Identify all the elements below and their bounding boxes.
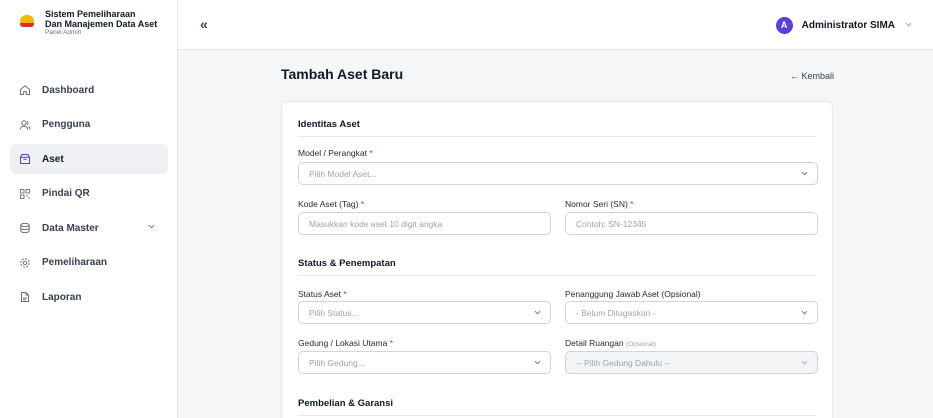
sidebar-item-label: Pindai QR	[42, 188, 90, 199]
sidebar-item-label: Aset	[42, 153, 64, 165]
topbar: « A Administrator SIMA	[178, 0, 933, 50]
back-link[interactable]: ← Kembali	[790, 71, 834, 81]
chevron-down-icon	[800, 308, 809, 319]
brand-title-line1: Sistem Pemeliharaan	[45, 9, 136, 19]
sidebar-item-label: Pengguna	[42, 119, 91, 130]
sidebar-item-pindai-qr[interactable]: Pindai QR	[10, 179, 168, 209]
avatar: A	[775, 16, 793, 34]
sidebar-item-pengguna[interactable]: Pengguna	[10, 110, 168, 140]
users-icon	[18, 118, 32, 132]
section-title-status: Status & Penempatan	[298, 258, 396, 269]
chevron-down-icon	[533, 358, 542, 369]
divider	[298, 275, 816, 276]
sidebar-item-pemeliharaan[interactable]: Pemeliharaan	[10, 248, 168, 278]
section-title-identitas: Identitas Aset	[298, 119, 360, 130]
chevron-down-icon	[533, 308, 542, 319]
gedung-select[interactable]: Pilih Gedung...	[298, 351, 551, 374]
model-label: Model / Perangkat *	[298, 148, 373, 158]
sidebar-item-laporan[interactable]: Laporan	[10, 282, 168, 312]
status-select[interactable]: Pilih Status...	[298, 301, 551, 324]
document-icon	[18, 290, 32, 304]
sidebar-item-aset[interactable]: Aset	[10, 144, 168, 174]
ruangan-label: Detail Ruangan (Opsional)	[565, 338, 656, 348]
home-icon	[18, 83, 32, 97]
user-menu[interactable]: A Administrator SIMA	[775, 16, 913, 34]
page-title: Tambah Aset Baru	[281, 66, 404, 82]
sidebar-item-label: Pemeliharaan	[42, 257, 108, 268]
sidebar-item-label: Data Master	[42, 222, 99, 234]
kode-label: Kode Aset (Tag) *	[298, 199, 365, 209]
qr-icon	[18, 187, 32, 201]
sidebar-item-label: Laporan	[42, 291, 82, 303]
gedung-label: Gedung / Lokasi Utama *	[298, 338, 393, 348]
divider	[298, 415, 816, 416]
kode-aset-input[interactable]: Masukkan kode aset 10 digit angka	[298, 212, 551, 235]
brand-logo	[20, 15, 34, 27]
divider	[298, 136, 816, 137]
seri-label: Nomor Seri (SN) *	[565, 199, 634, 209]
sidebar: Sistem Pemeliharaan Dan Manajemen Data A…	[0, 0, 178, 418]
asset-form-card: Identitas Aset Model / Perangkat * Pilih…	[281, 101, 833, 418]
sidebar-item-label: Dashboard	[42, 84, 95, 96]
sidebar-item-dashboard[interactable]: Dashboard	[10, 75, 168, 105]
chevron-down-icon	[800, 358, 809, 369]
penanggung-jawab-label: Penanggung Jawab Aset (Opsional)	[565, 289, 701, 299]
sidebar-item-data-master[interactable]: Data Master	[10, 213, 168, 243]
brand[interactable]: Sistem Pemeliharaan Dan Manajemen Data A…	[0, 0, 177, 60]
chevron-down-icon	[800, 169, 809, 180]
chevron-down-icon	[904, 16, 913, 34]
section-title-pembelian: Pembelian & Garansi	[298, 398, 394, 409]
sidebar-nav: Dashboard Pengguna Aset Pindai QR Data M…	[10, 75, 168, 317]
status-label: Status Aset *	[298, 289, 347, 299]
chevron-down-icon	[147, 222, 156, 234]
brand-subtitle: Panel Admin	[45, 29, 82, 36]
brand-title-line2: Dan Manajemen Data Aset	[45, 19, 158, 29]
user-name: Administrator SIMA	[801, 19, 895, 31]
ruangan-select[interactable]: -- Pilih Gedung Dahulu --	[565, 351, 818, 374]
box-icon	[18, 152, 32, 166]
nomor-seri-input[interactable]: Contoh: SN-12345	[565, 212, 818, 235]
collapse-sidebar-button[interactable]: «	[200, 17, 208, 31]
gear-icon	[18, 256, 32, 270]
model-select[interactable]: Pilih Model Aset...	[298, 162, 818, 185]
penanggung-jawab-select[interactable]: - Belum Ditugaskan -	[565, 301, 818, 324]
database-icon	[18, 221, 32, 235]
